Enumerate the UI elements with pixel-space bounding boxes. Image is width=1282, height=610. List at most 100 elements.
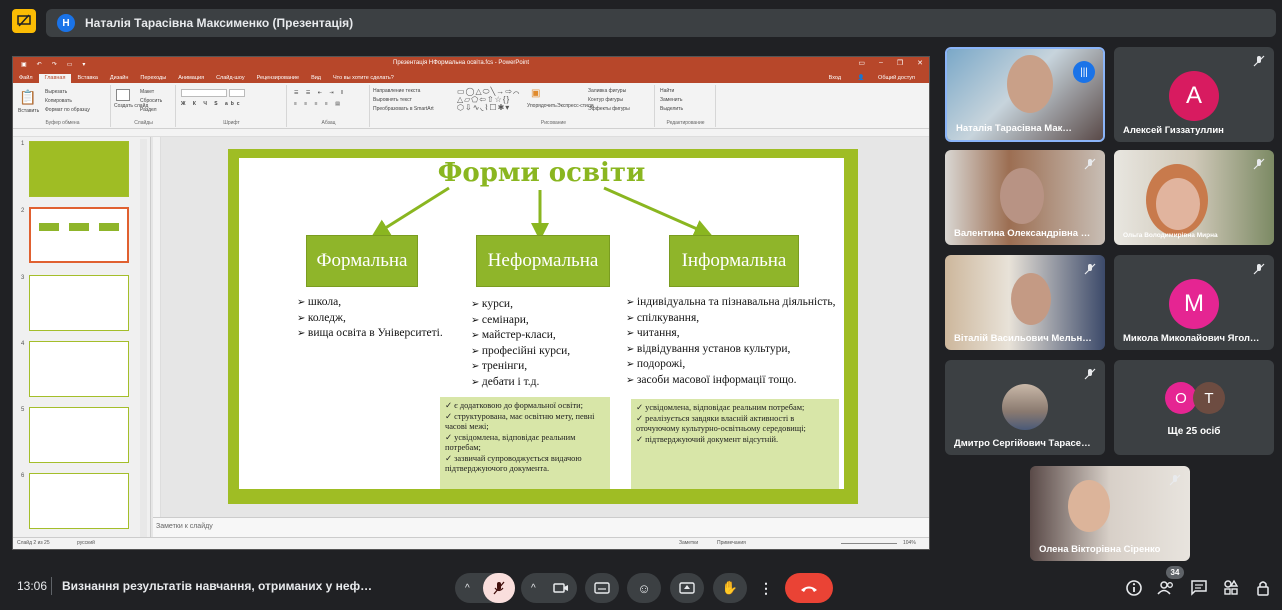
raise-hand-button[interactable]: ✋ [713, 573, 747, 603]
arrange-button[interactable]: Упорядочить [527, 103, 557, 109]
comments-toggle[interactable]: Примечания [717, 540, 746, 546]
more-options-button[interactable]: ⋮ [754, 573, 778, 603]
participant-tile[interactable]: А Алексей Гиззатуллин [1114, 47, 1274, 142]
list-buttons[interactable]: ☰ ☰ ⇤ ⇥ ‖ [294, 90, 346, 96]
thumb-number: 6 [21, 473, 25, 479]
redo-icon[interactable]: ↷ [52, 61, 57, 68]
info-icon[interactable] [1125, 579, 1143, 597]
tab-home[interactable]: Главная [38, 74, 72, 83]
formal-list: школа, коледж, вища освіта в Університет… [297, 295, 443, 342]
slide-content: Форми освіти Формальна Неформальна Інфор… [239, 158, 844, 489]
mic-off-button[interactable] [483, 573, 515, 603]
slide-thumbnail-2[interactable] [29, 207, 129, 263]
shape-fill-button[interactable]: Заливка фигуры [588, 88, 626, 94]
replace-button[interactable]: Заменить [660, 97, 682, 103]
zoom-level[interactable]: 104% [903, 540, 916, 546]
chevron-up-icon[interactable]: ^ [531, 583, 536, 594]
qat-more-icon[interactable]: ▾ [82, 61, 85, 68]
tell-me-search[interactable]: Что вы хотите сделать? [327, 75, 400, 83]
present-button[interactable] [670, 573, 704, 603]
chevron-up-icon[interactable]: ^ [465, 583, 470, 594]
layout-button[interactable]: Макет [140, 89, 154, 95]
participant-tile[interactable]: Валентина Олександрівна Є… [945, 150, 1105, 245]
text-direction-button[interactable]: Направление текста [373, 88, 420, 94]
leave-call-button[interactable] [785, 573, 833, 603]
tab-file[interactable]: Файл [13, 75, 39, 83]
notes-toggle[interactable]: Заметки [679, 540, 698, 546]
drawing-label: Рисование [540, 120, 567, 126]
tab-view[interactable]: Вид [305, 75, 327, 83]
ribbon-options-icon[interactable]: ▭ [858, 59, 865, 67]
format-painter-button[interactable]: Формат по образцу [45, 107, 90, 113]
shapes-gallery[interactable]: ▭◯△⬭╲→⇨⌒ △▱⬠⇦⇧☆{} ⬡⇩∿◟⌇☐✱▾ [457, 88, 520, 112]
captions-button[interactable] [585, 573, 619, 603]
tab-design[interactable]: Дизайн [104, 75, 135, 83]
paste-icon[interactable]: 📋 [19, 89, 36, 106]
tab-animations[interactable]: Анимация [172, 75, 210, 83]
slide-thumbnail-5[interactable] [29, 407, 129, 463]
list-item: дебати і т.д. [471, 375, 570, 391]
host-controls-icon[interactable] [1254, 579, 1272, 597]
tab-review[interactable]: Рецензирование [251, 75, 305, 83]
tab-transitions[interactable]: Переходы [134, 75, 172, 83]
select-button[interactable]: Выделить [660, 106, 683, 112]
note-item: є додатковою до формальної освіти; [445, 401, 605, 412]
mic-control[interactable]: ^ [455, 573, 515, 603]
paste-button[interactable]: Вставить [18, 108, 39, 114]
paragraph-label: Абзац [321, 120, 336, 126]
section-button[interactable]: Раздел [140, 107, 157, 113]
zoom-slider[interactable] [841, 543, 897, 544]
font-size-input[interactable] [229, 89, 245, 97]
smartart-button[interactable]: Преобразовать в SmartArt [373, 106, 434, 112]
slideshow-icon[interactable]: ▭ [67, 61, 73, 68]
people-icon[interactable] [1157, 579, 1175, 597]
font-name-input[interactable] [181, 89, 227, 97]
reset-button[interactable]: Сбросить [140, 98, 162, 104]
more-participants-tile[interactable]: О Т Ще 25 осіб [1114, 360, 1274, 455]
arrange-icon[interactable]: ▣ [531, 88, 540, 99]
tab-slideshow[interactable]: Слайд-шоу [210, 75, 251, 83]
share-button[interactable]: Общий доступ [872, 75, 921, 83]
camera-control[interactable]: ^ [521, 573, 577, 603]
cut-button[interactable]: Вырезать [45, 89, 67, 95]
align-text-button[interactable]: Выровнять текст [373, 97, 412, 103]
chat-icon[interactable] [1190, 579, 1208, 597]
copy-button[interactable]: Копировать [45, 98, 72, 104]
close-icon[interactable]: ✕ [917, 59, 923, 67]
new-slide-icon[interactable] [116, 89, 130, 101]
slide-thumbnail-1[interactable] [29, 141, 129, 197]
thumb-number: 3 [21, 275, 25, 281]
save-icon[interactable]: ▣ [21, 61, 27, 68]
language-indicator[interactable]: русский [77, 540, 95, 546]
reactions-button[interactable]: ☺ [627, 573, 661, 603]
participant-tile[interactable]: Олена Вікторівна Сіренко [1030, 466, 1190, 561]
font-group: Ж К Ч S abc Шрифт [177, 85, 287, 127]
share-icon[interactable]: 👤 [852, 75, 871, 83]
slide-thumbnail-6[interactable] [29, 473, 129, 529]
participant-tile[interactable]: Дмитро Сергійович Тарасен… [945, 360, 1105, 455]
find-button[interactable]: Найти [660, 88, 674, 94]
shape-effects-button[interactable]: Эффекты фигуры [588, 106, 630, 112]
maximize-icon[interactable]: ❐ [897, 59, 903, 67]
participant-tile[interactable]: ||| Наталія Тарасівна Мак… [945, 47, 1105, 142]
camera-icon[interactable] [553, 582, 569, 594]
slide-canvas[interactable]: Форми освіти Формальна Неформальна Інфор… [228, 149, 858, 504]
login-link[interactable]: Вход [823, 75, 847, 83]
activities-icon[interactable] [1222, 579, 1240, 597]
notes-pane[interactable]: Заметки к слайду [153, 517, 929, 539]
align-buttons[interactable]: ≡ ≡ ≡ ≡ ▤ [294, 101, 343, 107]
tab-insert[interactable]: Вставка [71, 75, 103, 83]
shape-outline-button[interactable]: Контур фигуры [588, 97, 623, 103]
thumbnails-scrollbar[interactable] [140, 139, 147, 537]
participant-tile[interactable]: М Микола Миколайович Ягольн… [1114, 255, 1274, 350]
presentation-icon[interactable] [12, 9, 36, 33]
participant-tile[interactable]: Ольга Володимирівна Мирна [1114, 150, 1274, 245]
participant-tile[interactable]: Віталій Васильович Мельнич… [945, 255, 1105, 350]
font-style-buttons[interactable]: Ж К Ч S abc [181, 101, 243, 107]
minimize-icon[interactable]: – [879, 59, 883, 67]
slide-thumbnail-3[interactable] [29, 275, 129, 331]
slide-thumbnail-4[interactable] [29, 341, 129, 397]
participant-photo [1002, 384, 1048, 430]
undo-icon[interactable]: ↶ [37, 61, 42, 68]
more-vert-icon: ⋮ [759, 579, 773, 596]
